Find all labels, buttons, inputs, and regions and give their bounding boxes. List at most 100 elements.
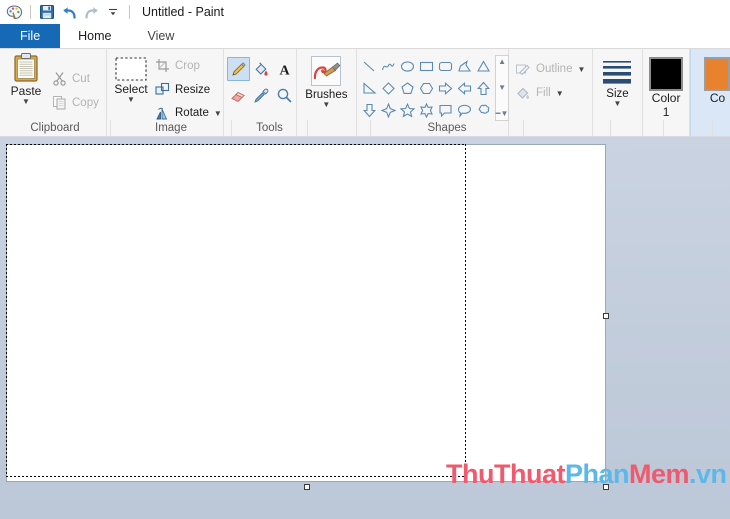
shape-rounded-callout[interactable] — [436, 99, 455, 121]
ribbon: Paste ▼ Cut Copy Select ▼ Crop Resize Ro… — [0, 48, 730, 137]
ribbon-group-shapes: ▲ ▼ ━▼ — [357, 49, 510, 137]
fill-dropdown-caret[interactable]: ▼ — [556, 89, 564, 97]
ribbon-group-size: Size ▼ — [593, 49, 644, 137]
crop-icon — [156, 59, 169, 73]
shape-curve[interactable] — [379, 55, 398, 77]
shape-four-point-star[interactable] — [379, 99, 398, 121]
shapes-scroll-down-icon[interactable]: ▼ — [498, 84, 506, 92]
shape-oval-callout[interactable] — [455, 99, 474, 121]
qat-separator-1 — [30, 5, 31, 19]
select-dropdown-caret[interactable]: ▼ — [127, 96, 135, 104]
shape-rectangle[interactable] — [417, 55, 436, 77]
title-bar: Untitled - Paint — [0, 0, 730, 24]
color2-button[interactable]: Co — [691, 49, 730, 105]
shape-diamond[interactable] — [379, 77, 398, 99]
select-label: Select — [114, 82, 148, 96]
customize-qat-icon[interactable] — [103, 2, 123, 22]
magnifier-icon — [277, 88, 292, 102]
watermark-part-4: .vn — [689, 459, 727, 489]
rotate-dropdown-caret[interactable]: ▼ — [214, 109, 222, 117]
brushes-icon — [311, 56, 342, 86]
copy-label: Copy — [72, 96, 99, 109]
watermark-part-2: Phan — [564, 459, 630, 489]
shape-cloud-callout[interactable] — [474, 99, 493, 121]
shapes-more-icon[interactable]: ━▼ — [496, 110, 509, 118]
resize-icon — [155, 82, 170, 95]
fill-label: Fill — [536, 87, 551, 99]
outline-dropdown-caret[interactable]: ▼ — [577, 65, 585, 73]
shape-line[interactable] — [360, 55, 379, 77]
shape-five-point-star[interactable] — [398, 99, 417, 121]
paste-label: Paste — [10, 84, 42, 98]
canvas-handle-bottom-center[interactable] — [304, 484, 310, 490]
outline-icon — [516, 64, 530, 76]
magnifier-tool[interactable] — [273, 83, 296, 107]
shape-right-triangle[interactable] — [360, 77, 379, 99]
redo-icon[interactable] — [81, 2, 101, 22]
paint-app-icon[interactable] — [4, 2, 24, 22]
shape-six-point-star[interactable] — [417, 99, 436, 121]
paint-bucket-icon — [255, 61, 268, 76]
color-picker-tool[interactable] — [250, 83, 273, 107]
rotate-button[interactable]: Rotate ▼ — [155, 101, 222, 125]
copy-button[interactable]: Copy — [52, 91, 99, 115]
fill-button[interactable]: Fill ▼ — [515, 81, 592, 105]
text-tool[interactable]: A — [273, 57, 296, 81]
paste-button[interactable]: Paste ▼ — [0, 52, 52, 125]
paint-window: Untitled - Paint File Home View Paste ▼ … — [0, 0, 730, 519]
shape-triangle[interactable] — [474, 55, 493, 77]
color1-button[interactable]: Color 1 — [643, 49, 689, 119]
shape-pentagon[interactable] — [398, 77, 417, 99]
size-dropdown-caret[interactable]: ▼ — [614, 100, 622, 108]
shapes-scrollbar[interactable]: ▲ ▼ ━▼ — [495, 55, 510, 121]
tab-view[interactable]: View — [129, 24, 193, 48]
crop-button[interactable]: Crop — [155, 54, 222, 78]
outline-label: Outline — [536, 63, 573, 75]
shape-oval[interactable] — [398, 55, 417, 77]
select-button[interactable]: Select ▼ — [107, 52, 155, 125]
color2-swatch[interactable] — [704, 57, 730, 91]
text-icon: A — [279, 63, 290, 78]
ribbon-group-image: Select ▼ Crop Resize Rotate ▼ — [107, 49, 224, 137]
save-icon[interactable] — [37, 2, 57, 22]
resize-label: Resize — [175, 83, 211, 96]
select-icon — [115, 57, 147, 81]
selection-marquee[interactable] — [6, 144, 466, 477]
shape-right-arrow[interactable] — [436, 77, 455, 99]
ribbon-group-color2: Co — [689, 49, 730, 137]
shape-left-arrow[interactable] — [455, 77, 474, 99]
ribbon-group-clipboard: Paste ▼ Cut Copy — [0, 49, 107, 137]
rotate-icon — [156, 107, 168, 120]
shape-polygon[interactable] — [455, 55, 474, 77]
shape-up-arrow[interactable] — [474, 77, 493, 99]
ribbon-group-outline-fill: Outline ▼ Fill ▼ — [509, 49, 593, 137]
eraser-icon — [230, 91, 245, 102]
eraser-tool[interactable] — [227, 83, 250, 107]
outline-button[interactable]: Outline ▼ — [515, 57, 592, 81]
brushes-dropdown-caret[interactable]: ▼ — [322, 101, 330, 109]
shape-hexagon[interactable] — [417, 77, 436, 99]
canvas-handle-right-middle[interactable] — [603, 313, 609, 319]
ribbon-group-brushes: Brushes ▼ — [297, 49, 358, 137]
cut-button[interactable]: Cut — [52, 67, 99, 91]
quick-access-toolbar — [0, 0, 134, 24]
paste-dropdown-caret[interactable]: ▼ — [22, 98, 30, 106]
size-icon — [603, 61, 632, 84]
shapes-scroll-up-icon[interactable]: ▲ — [498, 58, 506, 66]
shape-down-arrow[interactable] — [360, 99, 379, 121]
cut-icon — [53, 72, 66, 86]
color1-swatch[interactable] — [649, 57, 684, 91]
tab-file[interactable]: File — [0, 24, 61, 48]
brushes-button[interactable]: Brushes ▼ — [297, 49, 356, 109]
resize-button[interactable]: Resize — [155, 78, 222, 102]
shape-rounded-rectangle[interactable] — [436, 55, 455, 77]
fill-with-color-tool[interactable] — [250, 57, 273, 81]
cut-label: Cut — [72, 72, 90, 85]
fill-icon — [517, 87, 530, 99]
pencil-tool[interactable] — [226, 57, 250, 81]
watermark-part-3: Mem — [628, 459, 690, 489]
size-button[interactable]: Size ▼ — [593, 49, 643, 108]
tab-home[interactable]: Home — [60, 24, 130, 48]
copy-icon — [53, 96, 66, 110]
undo-icon[interactable] — [59, 2, 79, 22]
